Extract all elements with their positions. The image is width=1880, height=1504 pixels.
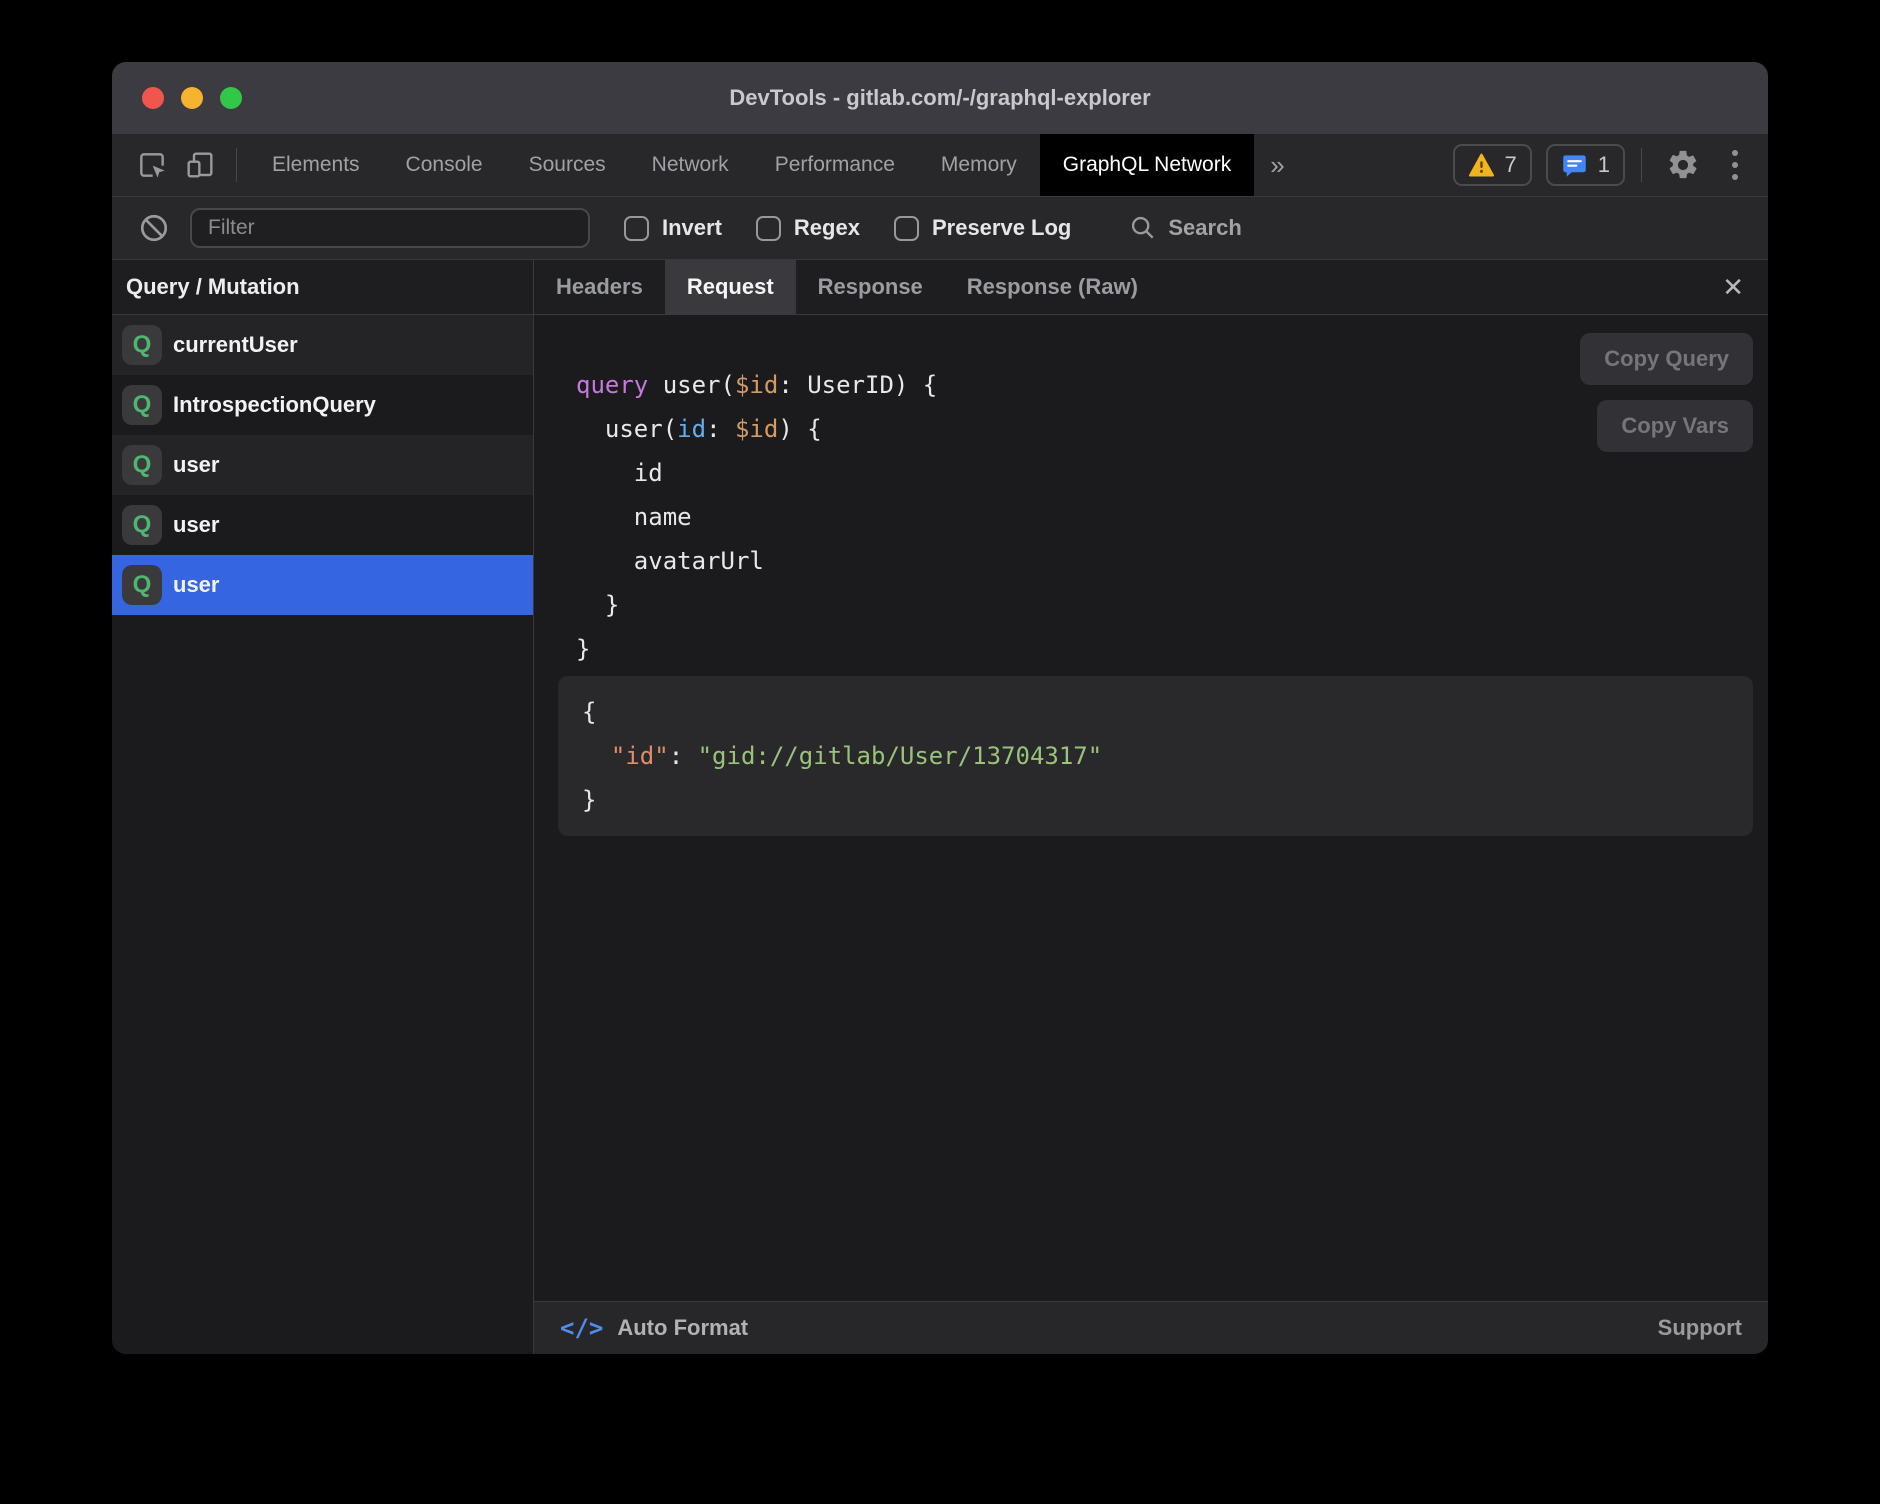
support-link[interactable]: Support xyxy=(1658,1315,1742,1341)
copy-query-button[interactable]: Copy Query xyxy=(1580,333,1753,385)
request-tab-content: query user($id: UserID) { user(id: $id) … xyxy=(534,315,1768,1301)
query-list-panel: Query / Mutation QcurrentUserQIntrospect… xyxy=(112,260,534,1354)
query-list-item[interactable]: Q IntrospectionQuery xyxy=(112,375,533,435)
device-toolbar-button[interactable] xyxy=(176,134,224,196)
checkbox-preserve-log[interactable]: Preserve Log xyxy=(894,215,1071,241)
query-name-label: user xyxy=(173,452,219,478)
query-code-line: avatarUrl xyxy=(576,539,1768,583)
query-list-item[interactable]: Quser xyxy=(112,435,533,495)
query-type-badge: Q xyxy=(122,445,162,485)
query-code-line: id xyxy=(576,451,1768,495)
checkbox-box-preserve-log[interactable] xyxy=(894,216,919,241)
query-list-item-selected[interactable]: Quser xyxy=(112,555,533,615)
query-type-badge: Q xyxy=(122,565,162,605)
cluster-separator xyxy=(1641,148,1642,182)
tab-memory[interactable]: Memory xyxy=(918,134,1040,196)
auto-format-button[interactable]: Auto Format xyxy=(617,1315,748,1341)
tab-performance[interactable]: Performance xyxy=(752,134,918,196)
settings-button[interactable] xyxy=(1658,148,1708,182)
main-tab-strip: ElementsConsoleSourcesNetworkPerformance… xyxy=(249,134,1254,196)
detail-tab-strip: HeadersRequestResponseResponse (Raw) ✕ xyxy=(534,260,1768,315)
devtools-tab-bar: ElementsConsoleSourcesNetworkPerformance… xyxy=(112,134,1768,197)
window-title: DevTools - gitlab.com/-/graphql-explorer xyxy=(112,85,1768,111)
filter-checkboxes: Invert Regex Preserve Log xyxy=(590,215,1071,241)
query-list-item[interactable]: QcurrentUser xyxy=(112,315,533,375)
query-name-label: currentUser xyxy=(173,332,298,358)
query-name-label: IntrospectionQuery xyxy=(173,392,376,418)
block-icon xyxy=(138,212,170,244)
query-code-line: } xyxy=(576,583,1768,627)
issues-count: 1 xyxy=(1598,152,1610,178)
query-code-line: name xyxy=(576,495,1768,539)
query-name-label: user xyxy=(173,512,219,538)
detail-tab-request[interactable]: Request xyxy=(665,260,796,314)
message-bubble-icon xyxy=(1561,152,1588,179)
filter-input[interactable] xyxy=(190,208,590,248)
close-detail-icon[interactable]: ✕ xyxy=(1722,274,1744,300)
detail-tabs: HeadersRequestResponseResponse (Raw) xyxy=(534,260,1160,314)
variables-code-line: { xyxy=(582,690,1729,734)
tab-elements[interactable]: Elements xyxy=(249,134,383,196)
tabbar-right-cluster: 7 1 xyxy=(1453,134,1769,196)
checkbox-box-invert[interactable] xyxy=(624,216,649,241)
checkbox-regex[interactable]: Regex xyxy=(756,215,860,241)
gear-icon xyxy=(1666,148,1700,182)
copy-vars-button[interactable]: Copy Vars xyxy=(1597,400,1753,452)
main-menu-button[interactable] xyxy=(1722,147,1748,183)
title-bar: DevTools - gitlab.com/-/graphql-explorer xyxy=(112,62,1768,134)
devtools-window: DevTools - gitlab.com/-/graphql-explorer… xyxy=(112,62,1768,1354)
variables-code-line: } xyxy=(582,778,1729,822)
tab-console[interactable]: Console xyxy=(383,134,506,196)
inspect-element-button[interactable] xyxy=(128,134,176,196)
filter-bar: Invert Regex Preserve Log Search xyxy=(112,197,1768,260)
detail-tab-response-raw[interactable]: Response (Raw) xyxy=(945,260,1160,314)
inspect-cursor-icon xyxy=(136,149,168,181)
tab-sources[interactable]: Sources xyxy=(506,134,629,196)
query-list: QcurrentUserQIntrospectionQueryQuserQuse… xyxy=(112,315,533,615)
issues-badge[interactable]: 1 xyxy=(1546,144,1625,186)
query-list-item[interactable]: Quser xyxy=(112,495,533,555)
copy-buttons: Copy Query Copy Vars xyxy=(1580,333,1753,452)
detail-footer: </> Auto Format Support xyxy=(534,1301,1768,1354)
tab-network[interactable]: Network xyxy=(629,134,752,196)
query-type-badge: Q xyxy=(122,385,162,425)
checkbox-label-preserve-log: Preserve Log xyxy=(932,215,1071,241)
detail-tab-response[interactable]: Response xyxy=(796,260,945,314)
request-detail-panel: HeadersRequestResponseResponse (Raw) ✕ q… xyxy=(534,260,1768,1354)
search-icon xyxy=(1129,214,1157,242)
clear-log-button[interactable] xyxy=(130,212,178,244)
tab-graphql-network[interactable]: GraphQL Network xyxy=(1040,134,1254,196)
checkbox-box-regex[interactable] xyxy=(756,216,781,241)
query-type-badge: Q xyxy=(122,325,162,365)
query-name-label: user xyxy=(173,572,219,598)
warnings-badge[interactable]: 7 xyxy=(1453,144,1532,186)
detail-tab-headers[interactable]: Headers xyxy=(534,260,665,314)
graphql-variables-box: { "id": "gid://gitlab/User/13704317"} xyxy=(558,676,1753,836)
more-tabs-button[interactable]: » xyxy=(1254,134,1300,196)
checkbox-label-invert: Invert xyxy=(662,215,722,241)
search-label: Search xyxy=(1168,215,1241,241)
variables-code-line: "id": "gid://gitlab/User/13704317" xyxy=(582,734,1729,778)
content-split: Query / Mutation QcurrentUserQIntrospect… xyxy=(112,260,1768,1354)
query-type-badge: Q xyxy=(122,505,162,545)
warning-triangle-icon xyxy=(1468,153,1495,177)
checkbox-label-regex: Regex xyxy=(794,215,860,241)
warnings-count: 7 xyxy=(1505,152,1517,178)
checkbox-invert[interactable]: Invert xyxy=(624,215,722,241)
kebab-menu-icon xyxy=(1730,147,1740,183)
device-toggle-icon xyxy=(184,149,216,181)
tabbar-separator xyxy=(236,148,237,182)
query-code-line: } xyxy=(576,627,1768,671)
query-list-header: Query / Mutation xyxy=(112,260,533,315)
code-brackets-icon: </> xyxy=(560,1314,603,1342)
search-control[interactable]: Search xyxy=(1129,214,1241,242)
